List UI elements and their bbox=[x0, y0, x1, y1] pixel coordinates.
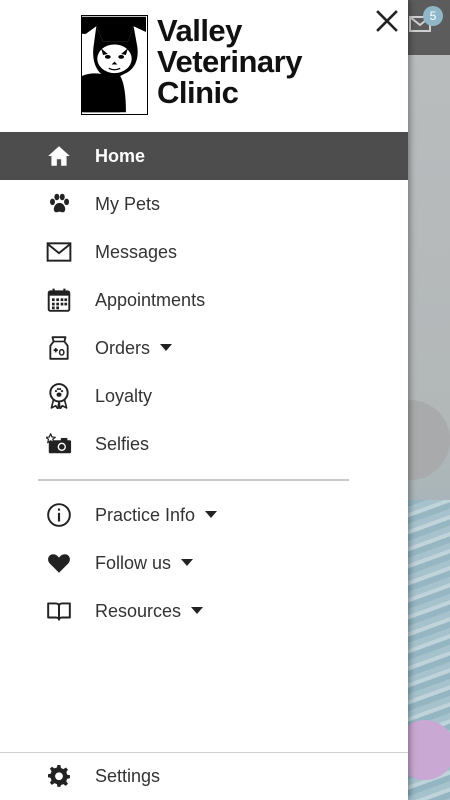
envelope-icon bbox=[46, 239, 72, 265]
menu-item-label: Home bbox=[95, 145, 146, 166]
menu-item-label: Resources bbox=[95, 600, 204, 622]
menu-item-label: Practice Info bbox=[95, 504, 218, 526]
menu-item-follow-us[interactable]: Follow us bbox=[0, 539, 408, 587]
info-icon bbox=[46, 502, 72, 528]
menu-item-appointments[interactable]: Appointments bbox=[0, 276, 408, 324]
home-icon bbox=[46, 143, 72, 169]
logo-line-3: Clinic bbox=[157, 75, 239, 110]
menu-item-loyalty[interactable]: Loyalty bbox=[0, 372, 408, 420]
gear-icon bbox=[46, 763, 72, 789]
navigation-drawer: Valley Veterinary Clinic Home My Pets Me… bbox=[0, 0, 408, 800]
close-button[interactable] bbox=[370, 4, 404, 38]
menu-divider bbox=[38, 479, 349, 481]
clinic-logo: Valley Veterinary Clinic bbox=[81, 15, 323, 117]
calendar-icon bbox=[46, 287, 72, 313]
menu-item-label: Appointments bbox=[95, 289, 206, 310]
menu-item-selfies[interactable]: Selfies bbox=[0, 420, 408, 468]
ribbon-badge-icon bbox=[46, 383, 72, 409]
menu-item-orders[interactable]: Orders bbox=[0, 324, 408, 372]
orders-label: Orders bbox=[95, 337, 151, 358]
follow-us-label: Follow us bbox=[95, 552, 172, 573]
camera-star-icon bbox=[46, 431, 72, 457]
menu-item-label: My Pets bbox=[95, 193, 161, 214]
book-icon bbox=[46, 598, 72, 624]
secondary-menu: Practice Info Follow us Resources bbox=[0, 491, 408, 635]
menu-item-label: Settings bbox=[95, 765, 161, 786]
logo-line-1: Valley bbox=[157, 13, 242, 48]
menu-item-home[interactable]: Home bbox=[0, 132, 408, 180]
menu-item-messages[interactable]: Messages bbox=[0, 228, 408, 276]
heart-icon bbox=[46, 550, 72, 576]
primary-menu: Home My Pets Messages Appointments Order… bbox=[0, 132, 408, 468]
menu-item-label: Messages bbox=[95, 241, 178, 262]
close-icon bbox=[376, 10, 398, 32]
menu-item-my-pets[interactable]: My Pets bbox=[0, 180, 408, 228]
chevron-down-icon bbox=[181, 559, 194, 567]
menu-item-practice-info[interactable]: Practice Info bbox=[0, 491, 408, 539]
chevron-down-icon bbox=[205, 511, 218, 519]
practice-info-label: Practice Info bbox=[95, 504, 196, 525]
logo-line-2: Veterinary bbox=[157, 44, 302, 79]
menu-item-label: Follow us bbox=[95, 552, 194, 574]
menu-item-label: Orders bbox=[95, 337, 173, 359]
food-bag-icon bbox=[46, 335, 72, 361]
chevron-down-icon bbox=[160, 344, 173, 352]
mail-badge: 5 bbox=[423, 6, 443, 26]
menu-item-settings[interactable]: Settings bbox=[0, 752, 408, 800]
resources-label: Resources bbox=[95, 600, 182, 621]
menu-item-label: Selfies bbox=[95, 433, 150, 454]
cat-logo-icon bbox=[81, 15, 148, 115]
menu-item-resources[interactable]: Resources bbox=[0, 587, 408, 635]
paw-icon bbox=[46, 191, 72, 217]
clinic-name: Valley Veterinary Clinic bbox=[157, 15, 302, 108]
chevron-down-icon bbox=[191, 607, 204, 615]
menu-item-label: Loyalty bbox=[95, 385, 153, 406]
